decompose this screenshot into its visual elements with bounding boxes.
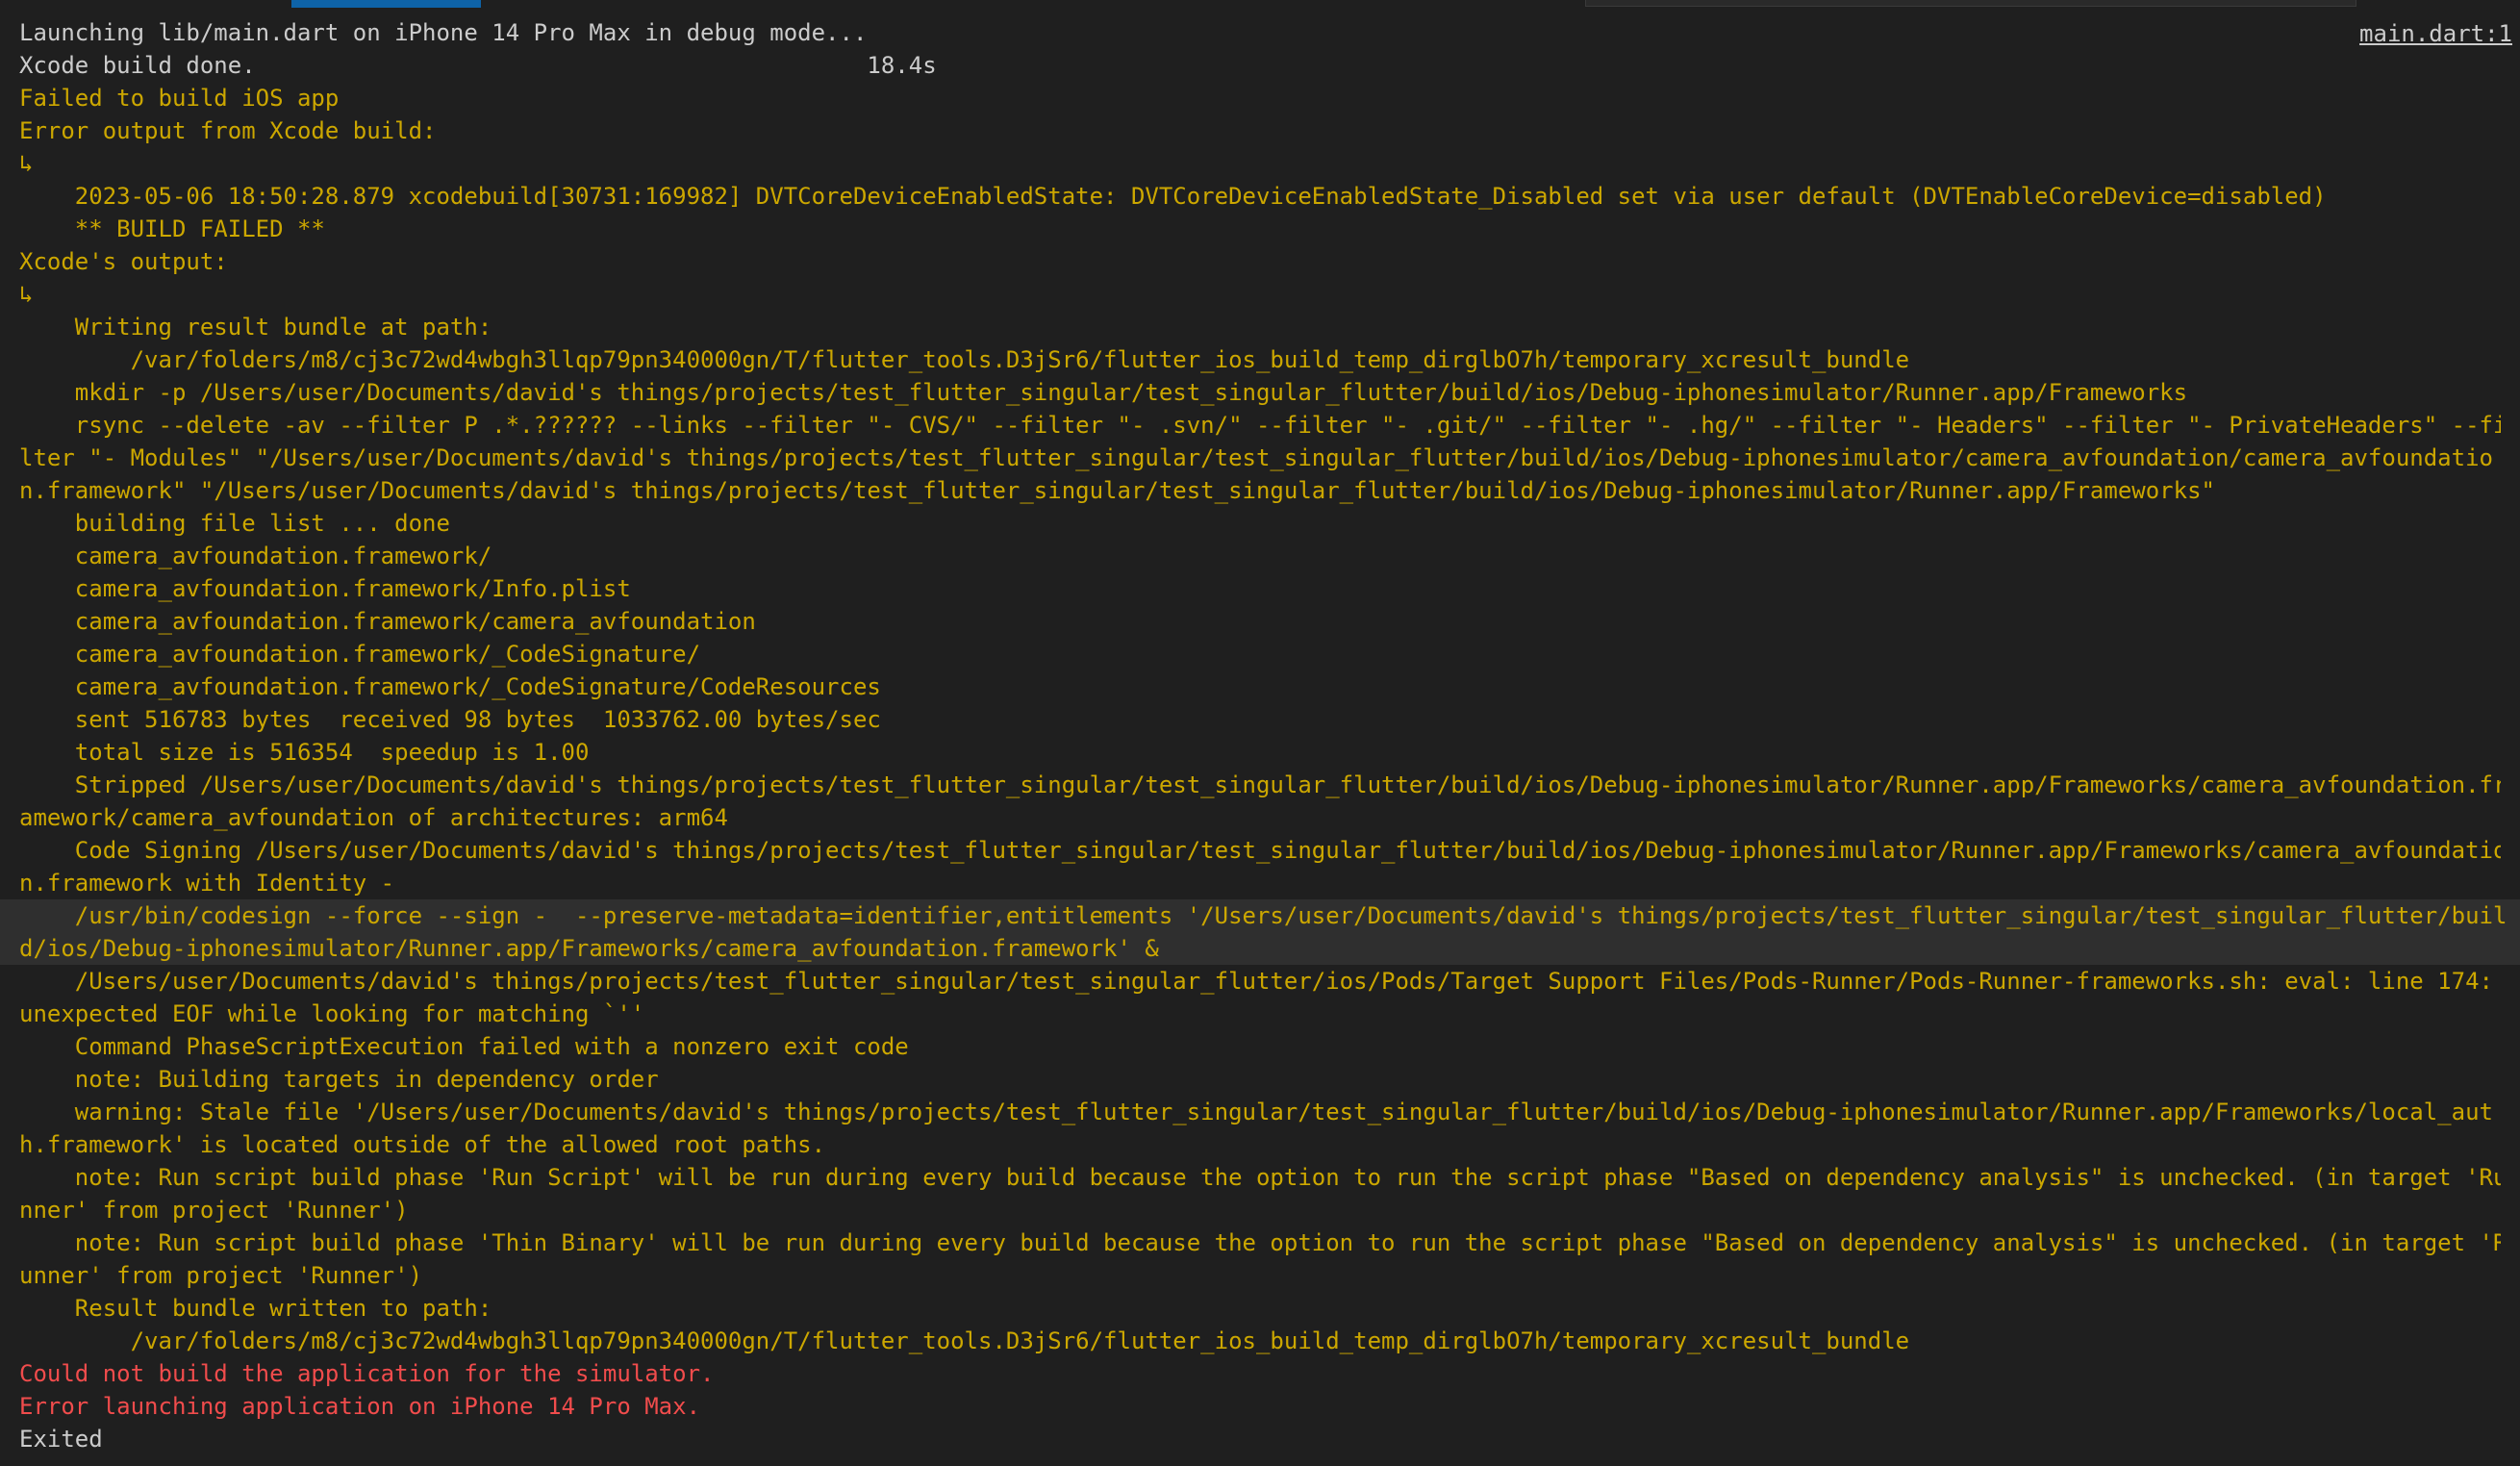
console-line: /usr/bin/codesign --force --sign - --pre…: [0, 899, 2520, 932]
console-line: lter "- Modules" "/Users/user/Documents/…: [19, 444, 2493, 471]
console-line: Launching lib/main.dart on iPhone 14 Pro…: [19, 19, 868, 46]
console-line: camera_avfoundation.framework/: [19, 543, 492, 569]
console-line: Could not build the application for the …: [19, 1360, 715, 1387]
console-line: camera_avfoundation.framework/_CodeSigna…: [19, 673, 881, 700]
console-line: n.framework with Identity -: [19, 870, 395, 897]
console-line: Xcode build done. 18.4s: [19, 52, 937, 79]
console-line: unner' from project 'Runner'): [19, 1262, 423, 1289]
console-line: n.framework" "/Users/user/Documents/davi…: [19, 477, 2215, 504]
console-line: amework/camera_avfoundation of architect…: [19, 804, 728, 831]
console-line: note: Run script build phase 'Run Script…: [19, 1164, 2501, 1191]
console-line: warning: Stale file '/Users/user/Documen…: [19, 1099, 2493, 1125]
console-line: /var/folders/m8/cj3c72wd4wbgh3llqp79pn34…: [19, 346, 1910, 373]
console-line: Error output from Xcode build:: [19, 117, 437, 144]
console-line: note: Building targets in dependency ord…: [19, 1066, 659, 1093]
console-line: mkdir -p /Users/user/Documents/david's t…: [19, 379, 2188, 406]
console-line: Xcode's output:: [19, 248, 228, 275]
console-line: nner' from project 'Runner'): [19, 1197, 409, 1224]
console-line: 2023-05-06 18:50:28.879 xcodebuild[30731…: [19, 183, 2327, 210]
console-line: camera_avfoundation.framework/camera_avf…: [19, 608, 756, 635]
console-line: ↳: [19, 150, 34, 177]
console-line: Failed to build iOS app: [19, 85, 340, 112]
console-line: Writing result bundle at path:: [19, 314, 492, 341]
console-line: Code Signing /Users/user/Documents/david…: [19, 837, 2501, 864]
console-line: camera_avfoundation.framework/Info.plist: [19, 575, 631, 602]
console-line: sent 516783 bytes received 98 bytes 1033…: [19, 706, 881, 733]
active-tab-indicator: [291, 0, 481, 8]
console-line: camera_avfoundation.framework/_CodeSigna…: [19, 641, 701, 668]
console-line: /var/folders/m8/cj3c72wd4wbgh3llqp79pn34…: [19, 1327, 1910, 1354]
console-line: ↳: [19, 281, 34, 308]
console-line: h.framework' is located outside of the a…: [19, 1131, 826, 1158]
console-line: Error launching application on iPhone 14…: [19, 1393, 701, 1420]
console-line: Result bundle written to path:: [19, 1295, 492, 1322]
debug-console-output[interactable]: Launching lib/main.dart on iPhone 14 Pro…: [0, 16, 2520, 1455]
filter-input-edge[interactable]: [1585, 0, 2356, 7]
console-line: Stripped /Users/user/Documents/david's t…: [19, 771, 2501, 798]
console-line: d/ios/Debug-iphonesimulator/Runner.app/F…: [0, 932, 2520, 965]
console-line: /Users/user/Documents/david's things/pro…: [19, 968, 2493, 995]
console-line: Exited: [19, 1426, 103, 1453]
console-line: total size is 516354 speedup is 1.00: [19, 739, 590, 766]
console-line: Command PhaseScriptExecution failed with…: [19, 1033, 909, 1060]
console-line: building file list ... done: [19, 510, 450, 537]
console-line: rsync --delete -av --filter P .*.?????? …: [19, 412, 2501, 439]
console-line: ** BUILD FAILED **: [19, 215, 325, 242]
console-line: unexpected EOF while looking for matchin…: [19, 1000, 645, 1027]
console-line: note: Run script build phase 'Thin Binar…: [19, 1229, 2501, 1256]
